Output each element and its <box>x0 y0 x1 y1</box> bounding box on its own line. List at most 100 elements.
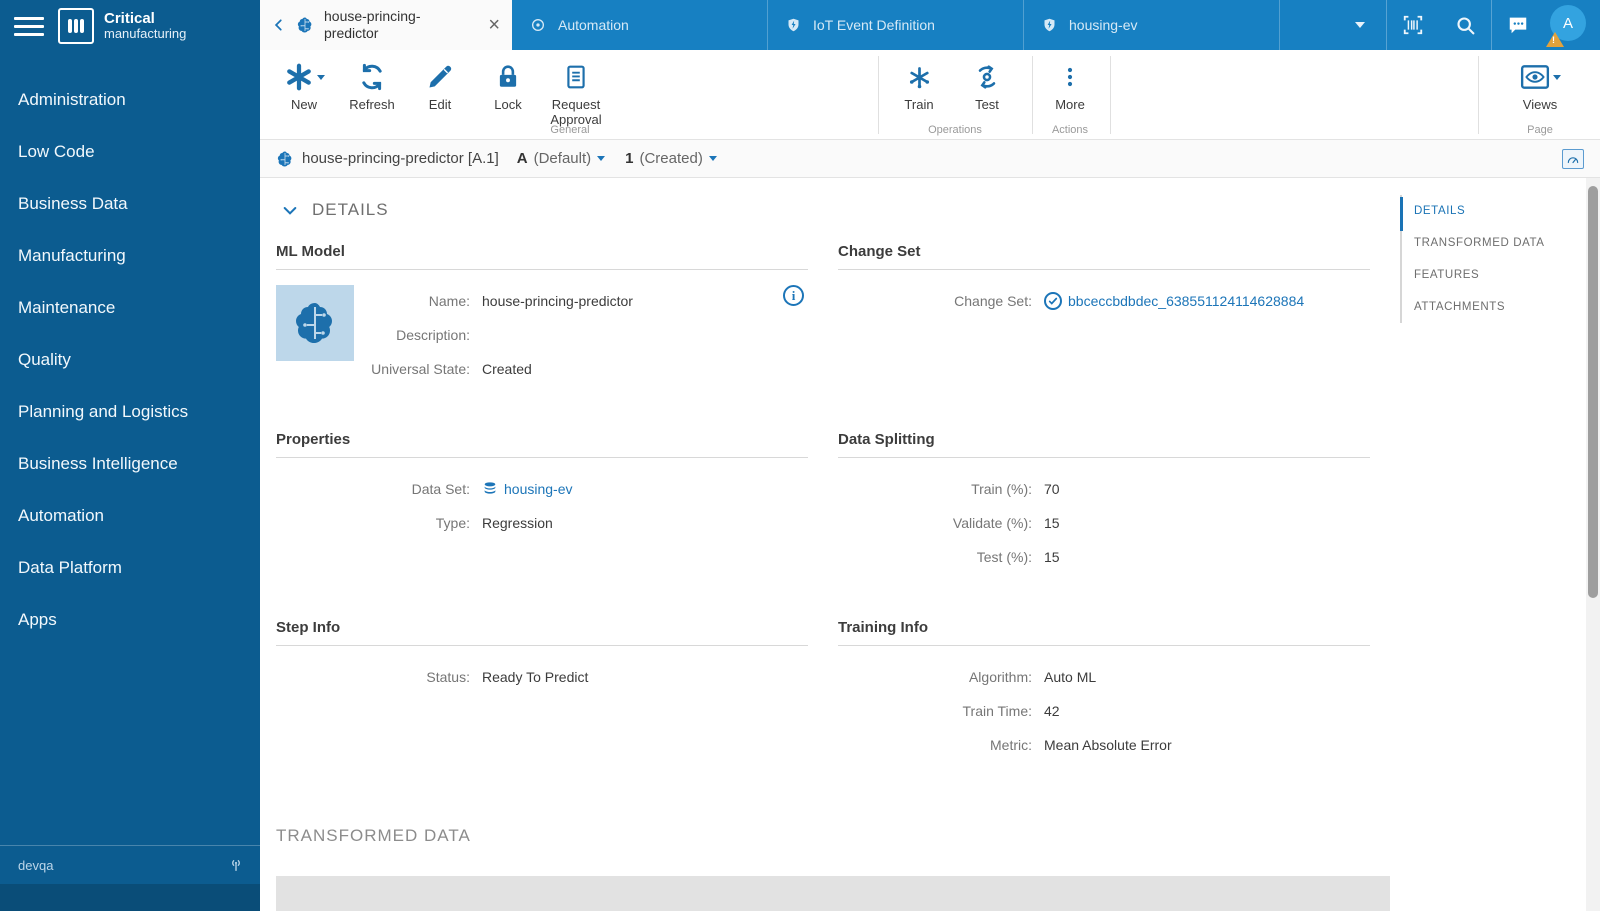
request-approval-button[interactable]: Request Approval <box>542 50 610 128</box>
dashboard-gauge-icon[interactable] <box>1562 148 1584 169</box>
test-percent-field: Test (%): 15 <box>976 549 1060 565</box>
iot-shield-icon <box>1042 17 1057 33</box>
hamburger-menu-icon[interactable] <box>14 16 44 36</box>
refresh-icon <box>362 63 382 91</box>
status-field: Status: Ready To Predict <box>426 669 589 685</box>
search-icon[interactable] <box>1439 0 1491 50</box>
tab-active-house-princing-predictor[interactable]: house-princing-predictor × <box>260 0 512 50</box>
refresh-button[interactable]: Refresh <box>338 50 406 113</box>
barcode-scanner-icon[interactable] <box>1387 0 1439 50</box>
more-ellipsis-icon <box>1067 67 1073 87</box>
company-logo: Critical manufacturing <box>58 8 186 44</box>
type-value: Regression <box>482 515 553 531</box>
properties-section: Properties Data Set: housing-ev Type: Re… <box>276 431 808 540</box>
main-content: DETAILS ML Model i Name: house-princing-… <box>260 178 1600 911</box>
universal-state-value: Created <box>482 361 532 377</box>
sidebar: Critical manufacturing Administration Lo… <box>0 0 260 911</box>
tab-overflow-dropdown[interactable] <box>1334 0 1386 50</box>
sidebar-item-business-data[interactable]: Business Data <box>0 178 260 230</box>
anchor-transformed-data[interactable]: TRANSFORMED DATA <box>1402 227 1550 259</box>
ml-model-section: ML Model i Name: house-princing-predicto… <box>276 243 808 386</box>
validate-percent-field: Validate (%): 15 <box>952 515 1060 531</box>
vertical-scrollbar[interactable] <box>1586 178 1600 911</box>
ml-model-thumbnail <box>276 285 354 361</box>
test-button[interactable]: Test <box>953 50 1021 113</box>
data-splitting-heading: Data Splitting <box>838 431 1370 458</box>
tab-housing-ev[interactable]: housing-ev <box>1024 0 1280 50</box>
validate-percent-value: 15 <box>1044 515 1060 531</box>
automation-tab-icon <box>530 17 546 33</box>
edit-button[interactable]: Edit <box>406 50 474 113</box>
training-info-section: Training Info Algorithm: Auto ML Train T… <box>838 619 1370 762</box>
sidebar-item-data-platform[interactable]: Data Platform <box>0 542 260 594</box>
sidebar-item-manufacturing[interactable]: Manufacturing <box>0 230 260 282</box>
collapse-chevron-icon[interactable] <box>282 202 298 218</box>
revision-dropdown-caret <box>708 156 717 161</box>
toolbar-group-operations: Train Test Operations <box>885 50 1025 140</box>
iot-shield-icon <box>786 17 801 33</box>
algorithm-value: Auto ML <box>1044 669 1097 685</box>
action-toolbar: New Refresh Edit Lock Request Approval G… <box>260 50 1600 140</box>
request-approval-document-icon <box>567 65 585 89</box>
messages-icon[interactable] <box>1492 0 1544 50</box>
new-button[interactable]: New <box>270 50 338 113</box>
toolbar-divider <box>1032 56 1033 134</box>
anchor-details[interactable]: DETAILS <box>1400 195 1550 231</box>
views-button[interactable]: Views <box>1490 50 1590 113</box>
toolbar-group-label-general: General <box>550 124 590 136</box>
transformed-data-section-title: TRANSFORMED DATA <box>276 826 471 845</box>
train-time-value: 42 <box>1044 703 1060 719</box>
views-dropdown-caret[interactable] <box>1552 74 1561 80</box>
tab-iot-event-definition[interactable]: IoT Event Definition <box>768 0 1024 50</box>
more-button[interactable]: More <box>1036 50 1104 113</box>
sidebar-item-planning-and-logistics[interactable]: Planning and Logistics <box>0 386 260 438</box>
details-section-header[interactable]: DETAILS <box>282 200 389 220</box>
anchor-features[interactable]: FEATURES <box>1402 259 1550 291</box>
sidebar-item-apps[interactable]: Apps <box>0 594 260 646</box>
toolbar-divider <box>1110 56 1111 134</box>
environment-name: devqa <box>18 857 54 873</box>
lock-icon <box>499 65 517 87</box>
database-icon <box>482 481 498 497</box>
topbar-actions: A <box>1334 0 1600 50</box>
close-tab-icon[interactable]: × <box>488 15 500 35</box>
toolbar-group-label-page: Page <box>1527 124 1553 136</box>
new-dropdown-caret[interactable] <box>316 74 325 80</box>
metric-value: Mean Absolute Error <box>1044 737 1172 753</box>
scrollbar-thumb[interactable] <box>1588 186 1598 598</box>
metric-field: Metric: Mean Absolute Error <box>990 737 1172 753</box>
user-avatar[interactable]: A <box>1546 5 1590 47</box>
info-icon[interactable]: i <box>783 285 804 306</box>
connection-status-icon[interactable] <box>228 857 244 873</box>
views-eye-icon <box>1520 65 1549 89</box>
version-selector[interactable]: A (Default) <box>517 150 606 167</box>
step-info-section: Step Info Status: Ready To Predict <box>276 619 808 694</box>
section-anchor-nav: DETAILS TRANSFORMED DATA FEATURES ATTACH… <box>1400 195 1550 323</box>
train-button[interactable]: Train <box>885 50 953 113</box>
sidebar-item-low-code[interactable]: Low Code <box>0 126 260 178</box>
top-tab-bar: house-princing-predictor × Automation Io… <box>260 0 1600 50</box>
status-value: Ready To Predict <box>482 669 589 685</box>
sidebar-item-business-intelligence[interactable]: Business Intelligence <box>0 438 260 490</box>
ml-model-breadcrumb-icon <box>276 150 294 168</box>
description-field: Description: <box>396 327 470 343</box>
sidebar-item-automation[interactable]: Automation <box>0 490 260 542</box>
sidebar-item-quality[interactable]: Quality <box>0 334 260 386</box>
toolbar-group-page: Views Page <box>1490 50 1590 140</box>
change-set-link[interactable]: bbceccbdbdec_638551124114628884 <box>1068 293 1304 309</box>
entity-breadcrumb-bar: house-princing-predictor [A.1] A (Defaul… <box>260 140 1600 178</box>
train-time-field: Train Time: 42 <box>962 703 1060 719</box>
data-set-link[interactable]: housing-ev <box>504 481 573 497</box>
sidebar-item-administration[interactable]: Administration <box>0 74 260 126</box>
active-tab-title: house-princing-predictor <box>324 7 421 42</box>
revision-selector[interactable]: 1 (Created) <box>625 150 717 167</box>
version-dropdown-caret <box>597 156 606 161</box>
lock-button[interactable]: Request Approval Lock <box>474 50 542 113</box>
back-chevron-icon[interactable] <box>272 18 286 32</box>
anchor-attachments[interactable]: ATTACHMENTS <box>1402 291 1550 323</box>
sidebar-item-maintenance[interactable]: Maintenance <box>0 282 260 334</box>
universal-state-field: Universal State: Created <box>371 361 532 377</box>
sidebar-header: Critical manufacturing <box>0 0 260 52</box>
tab-automation[interactable]: Automation <box>512 0 768 50</box>
train-percent-field: Train (%): 70 <box>971 481 1060 497</box>
